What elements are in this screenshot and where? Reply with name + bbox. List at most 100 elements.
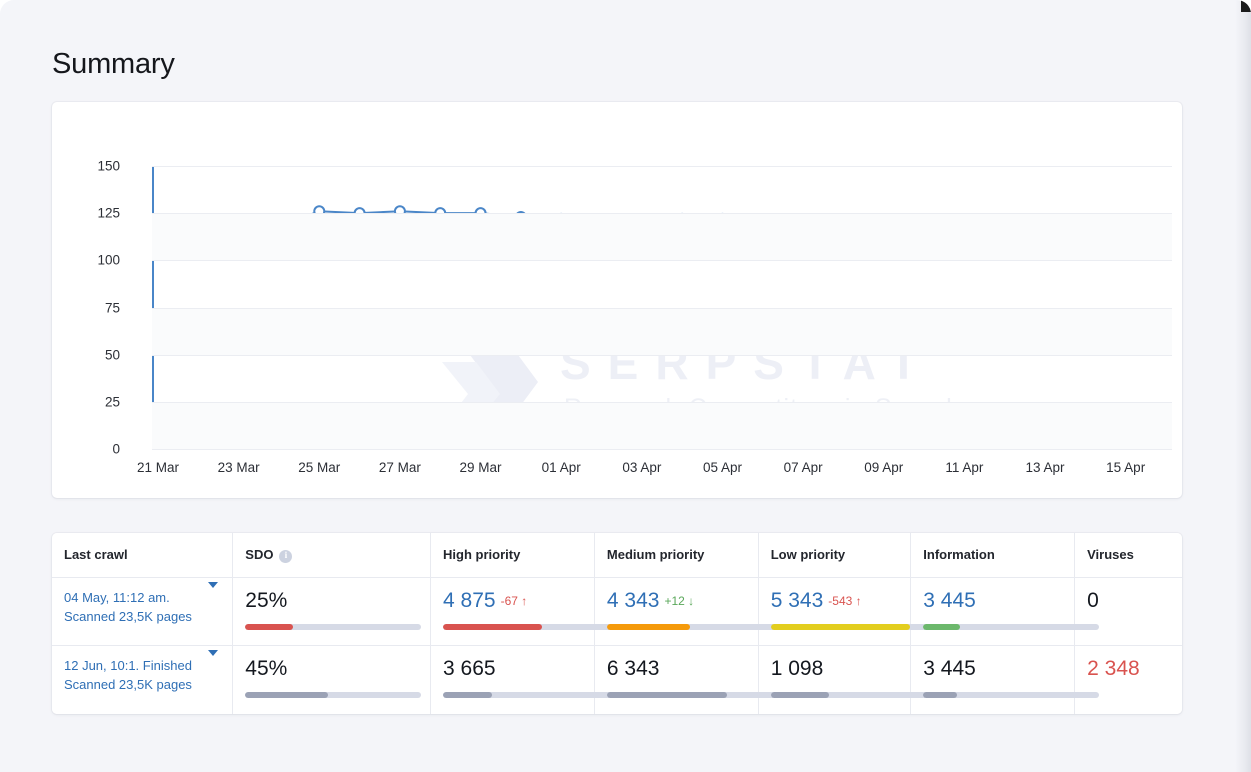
metric-cell: 4 343 +12 ↓: [594, 577, 758, 646]
column-header-label: Low priority: [771, 547, 845, 562]
chart-band: [152, 308, 1172, 355]
chevron-down-icon[interactable]: [208, 582, 218, 588]
table-header-row: Last crawl SDO i High priority Medium priori…: [52, 533, 1182, 577]
metric-progress-bar: [443, 692, 619, 698]
metric-cell: 1 098: [758, 646, 911, 715]
metric-cell: 6 343: [594, 646, 758, 715]
metric-cell: 4 875-67 ↑: [431, 577, 595, 646]
crawl-datetime-link[interactable]: 04 May, 11:12 am.: [64, 588, 220, 607]
metric-progress-fill: [245, 624, 293, 630]
column-header-last-crawl: Last crawl: [52, 533, 233, 577]
y-axis-tick-label: 75: [105, 300, 120, 315]
metric-value: 0: [1087, 589, 1099, 612]
info-icon[interactable]: i: [279, 550, 292, 563]
column-header-label: Medium priority: [607, 547, 705, 562]
x-axis-tick-label: 11 Apr: [945, 460, 983, 475]
column-header-label: SDO: [245, 547, 273, 562]
metric-value: 25%: [245, 589, 287, 612]
column-header-information: Information: [911, 533, 1075, 577]
metric-delta: -543 ↑: [828, 594, 861, 608]
frame-corner-notch: [1241, 0, 1251, 12]
y-axis-tick-label: 125: [97, 206, 120, 221]
x-axis-tick-label: 25 Mar: [298, 460, 340, 475]
metric-progress-bar: [443, 624, 619, 630]
y-axis-labels: 0255075100125150: [66, 102, 120, 498]
x-axis-tick-label: 21 Mar: [137, 460, 179, 475]
column-header-viruses: Viruses: [1075, 533, 1182, 577]
metric-progress-fill: [607, 692, 727, 698]
metric-cell: 3 665: [431, 646, 595, 715]
metric-value: 3 445: [923, 589, 976, 612]
crawl-history-chart-card: SERPSTAT Research Competitors in Search …: [52, 102, 1182, 498]
y-axis-tick-label: 50: [105, 347, 120, 362]
x-axis-tick-label: 27 Mar: [379, 460, 421, 475]
metric-cell: 45%: [233, 646, 431, 715]
metric-delta: -67 ↑: [501, 594, 528, 608]
metric-progress-fill: [607, 624, 690, 630]
crawl-pages-link[interactable]: Scanned 23,5K pages: [64, 607, 220, 626]
metric-value: 1 098: [771, 657, 824, 680]
table-row: 12 Jun, 10:1. FinishedScanned 23,5K page…: [52, 646, 1182, 715]
y-axis-tick-label: 150: [97, 159, 120, 174]
plot-region: [152, 166, 1172, 449]
x-axis-tick-label: 13 Apr: [1026, 460, 1065, 475]
app-frame: Summary SERPSTAT Research Competitors in…: [0, 0, 1251, 772]
metric-cell: 5 343-543 ↑: [758, 577, 911, 646]
metric-progress-fill: [771, 624, 910, 630]
metric-value: 45%: [245, 657, 287, 680]
metric-cell: 0: [1075, 577, 1182, 646]
metric-cell: 3 445: [911, 577, 1075, 646]
metric-progress-bar: [245, 692, 421, 698]
gridline: [152, 260, 1172, 261]
table-header: Last crawl SDO i High priority Medium priori…: [52, 533, 1182, 577]
column-header-label: Last crawl: [64, 547, 128, 562]
metric-delta: +12 ↓: [664, 594, 694, 608]
metric-value: 3 665: [443, 657, 496, 680]
metric-cell: 3 445: [911, 646, 1075, 715]
crawl-datetime-link[interactable]: 12 Jun, 10:1. Finished: [64, 656, 220, 675]
metric-progress-bar: [923, 624, 1099, 630]
x-axis-tick-label: 15 Apr: [1106, 460, 1145, 475]
x-axis-tick-label: 05 Apr: [703, 460, 742, 475]
column-header-medium-priority: Medium priority: [594, 533, 758, 577]
chevron-down-icon[interactable]: [208, 650, 218, 656]
column-header-high-priority: High priority: [431, 533, 595, 577]
gridline: [152, 449, 1172, 450]
metric-progress-bar: [245, 624, 421, 630]
gridline: [152, 213, 1172, 214]
x-axis-labels: 21 Mar23 Mar25 Mar27 Mar29 Mar01 Apr03 A…: [152, 460, 1172, 482]
column-header-label: Viruses: [1087, 547, 1134, 562]
page-title: Summary: [52, 48, 175, 81]
gridline: [152, 355, 1172, 356]
column-header-sdo: SDO i: [233, 533, 431, 577]
column-header-label: High priority: [443, 547, 520, 562]
metric-progress-fill: [771, 692, 829, 698]
metric-value: 4 343: [607, 589, 660, 612]
metric-progress-fill: [923, 624, 960, 630]
table-body: 04 May, 11:12 am.Scanned 23,5K pages25%4…: [52, 577, 1182, 714]
metric-cell: 2 348: [1075, 646, 1182, 715]
metric-cell: 25%: [233, 577, 431, 646]
metric-progress-bar: [607, 624, 783, 630]
metric-progress-bar: [771, 624, 947, 630]
gridline: [152, 402, 1172, 403]
chart-area: SERPSTAT Research Competitors in Search …: [52, 102, 1182, 498]
metric-progress-fill: [443, 624, 542, 630]
metric-value: 6 343: [607, 657, 660, 680]
metric-value: 3 445: [923, 657, 976, 680]
gridline: [152, 166, 1172, 167]
column-header-label: Information: [923, 547, 995, 562]
metric-progress-fill: [443, 692, 492, 698]
metric-value: 2 348: [1087, 657, 1140, 680]
chart-band: [152, 402, 1172, 449]
table-row: 04 May, 11:12 am.Scanned 23,5K pages 25% 4…: [52, 577, 1182, 646]
x-axis-tick-label: 23 Mar: [218, 460, 260, 475]
metric-progress-bar: [923, 692, 1099, 698]
y-axis-tick-label: 100: [97, 253, 120, 268]
crawl-pages-link[interactable]: Scanned 23,5K pages: [64, 675, 220, 694]
metric-progress-fill: [245, 692, 328, 698]
metric-progress-fill: [923, 692, 956, 698]
x-axis-tick-label: 09 Apr: [864, 460, 903, 475]
frame-edge-shadow: [1235, 0, 1251, 772]
x-axis-tick-label: 29 Mar: [460, 460, 502, 475]
